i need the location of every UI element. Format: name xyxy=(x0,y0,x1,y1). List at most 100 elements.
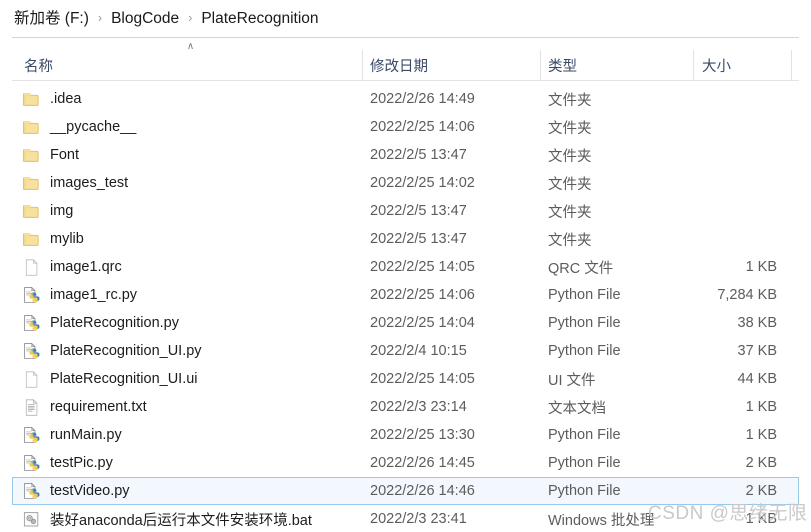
file-name-cell[interactable]: mylib xyxy=(22,225,84,253)
text-file-icon xyxy=(22,398,41,417)
file-size-cell: 1 KB xyxy=(745,511,777,527)
file-size-cell: 1 KB xyxy=(745,427,777,443)
file-name-cell[interactable]: testVideo.py xyxy=(22,477,130,505)
column-resize-handle-size[interactable] xyxy=(693,50,694,80)
file-date-cell: 2022/2/5 13:47 xyxy=(370,147,467,163)
file-name-label: PlateRecognition_UI.py xyxy=(50,343,202,359)
file-name-label: image1_rc.py xyxy=(50,287,138,303)
file-row[interactable]: Font 2022/2/5 13:47 文件夹 xyxy=(0,141,811,169)
file-type-cell: QRC 文件 xyxy=(548,260,614,277)
file-name-label: testPic.py xyxy=(50,455,113,471)
breadcrumb: 新加卷 (F:) › BlogCode › PlateRecognition xyxy=(0,0,811,37)
file-name-cell[interactable]: PlateRecognition.py xyxy=(22,309,179,337)
file-name-cell[interactable]: image1.qrc xyxy=(22,253,122,281)
column-header-date-modified[interactable]: 修改日期 xyxy=(370,50,428,80)
file-date-cell: 2022/2/25 14:04 xyxy=(370,315,475,331)
file-row[interactable]: testVideo.py 2022/2/26 14:46 Python File 2 … xyxy=(0,477,811,505)
folder-icon xyxy=(22,118,41,137)
file-name-label: requirement.txt xyxy=(50,399,147,415)
file-size-cell: 44 KB xyxy=(737,371,778,387)
file-date-cell: 2022/2/26 14:46 xyxy=(370,483,475,499)
file-name-cell[interactable]: image1_rc.py xyxy=(22,281,137,309)
file-name-label: Font xyxy=(50,147,80,163)
file-size-cell xyxy=(693,197,785,225)
file-type-cell: 文件夹 xyxy=(548,120,592,137)
file-row[interactable]: image1_rc.py 2022/2/25 14:06 Python File 7,… xyxy=(0,281,811,309)
file-date-cell: 2022/2/5 13:47 xyxy=(370,231,467,247)
folder-icon xyxy=(22,202,41,221)
file-size-cell: 37 KB xyxy=(737,343,778,359)
file-row[interactable]: .idea 2022/2/26 14:49 文件夹 xyxy=(0,85,811,113)
file-date-cell: 2022/2/4 10:15 xyxy=(370,343,467,359)
column-header-type[interactable]: 类型 xyxy=(548,50,577,80)
file-name-label: __pycache__ xyxy=(50,119,137,135)
header-bottom-divider xyxy=(12,80,799,81)
file-name-cell[interactable]: __pycache__ xyxy=(22,113,136,141)
file-name-cell[interactable]: Font xyxy=(22,141,79,169)
file-row[interactable]: image1.qrc 2022/2/25 14:05 QRC 文件 1 KB xyxy=(0,253,811,281)
file-size-cell xyxy=(693,85,785,113)
file-name-label: PlateRecognition_UI.ui xyxy=(50,371,198,387)
file-row[interactable]: PlateRecognition_UI.ui 2022/2/25 14:05 UI … xyxy=(0,365,811,393)
file-row[interactable]: __pycache__ 2022/2/25 14:06 文件夹 xyxy=(0,113,811,141)
file-type-cell: Windows 批处理 xyxy=(548,512,655,529)
file-type-cell: 文本文档 xyxy=(548,400,606,417)
python-file-icon xyxy=(22,454,41,473)
file-row[interactable]: testPic.py 2022/2/26 14:45 Python File 2 KB xyxy=(0,449,811,477)
column-resize-handle-end[interactable] xyxy=(791,50,792,80)
file-row[interactable]: img 2022/2/5 13:47 文件夹 xyxy=(0,197,811,225)
file-name-cell[interactable]: .idea xyxy=(22,85,81,113)
file-type-cell: 文件夹 xyxy=(548,204,592,221)
file-date-cell: 2022/2/26 14:49 xyxy=(370,91,475,107)
column-header-row: 名称 修改日期 类型 大小 xyxy=(0,50,811,80)
file-date-cell: 2022/2/25 14:05 xyxy=(370,371,475,387)
file-date-cell: 2022/2/5 13:47 xyxy=(370,203,467,219)
file-size-cell: 1 KB xyxy=(745,259,777,275)
python-file-icon xyxy=(22,342,41,361)
breadcrumb-item-blogcode[interactable]: BlogCode xyxy=(111,9,179,29)
file-type-cell: 文件夹 xyxy=(548,232,592,249)
file-size-cell: 2 KB xyxy=(745,455,777,471)
file-name-cell[interactable]: PlateRecognition_UI.py xyxy=(22,337,202,365)
file-date-cell: 2022/2/3 23:41 xyxy=(370,511,467,527)
file-explorer-window: 新加卷 (F:) › BlogCode › PlateRecognition ∧… xyxy=(0,0,811,532)
file-type-cell: UI 文件 xyxy=(548,372,596,389)
file-name-label: 装好anaconda后运行本文件安装环境.bat xyxy=(50,512,312,529)
file-date-cell: 2022/2/25 14:06 xyxy=(370,287,475,303)
file-date-cell: 2022/2/25 14:06 xyxy=(370,119,475,135)
file-row[interactable]: mylib 2022/2/5 13:47 文件夹 xyxy=(0,225,811,253)
breadcrumb-item-drive[interactable]: 新加卷 (F:) xyxy=(14,9,89,29)
file-name-label: image1.qrc xyxy=(50,259,122,275)
file-row[interactable]: runMain.py 2022/2/25 13:30 Python File 1 KB xyxy=(0,421,811,449)
file-name-cell[interactable]: PlateRecognition_UI.ui xyxy=(22,365,198,393)
chevron-right-icon: › xyxy=(188,10,193,25)
column-resize-handle-type[interactable] xyxy=(540,50,541,80)
column-header-size[interactable]: 大小 xyxy=(702,50,731,80)
file-name-cell[interactable]: img xyxy=(22,197,73,225)
file-name-label: img xyxy=(50,203,74,219)
blank-file-icon xyxy=(22,370,41,389)
python-file-icon xyxy=(22,482,41,501)
file-row[interactable]: images_test 2022/2/25 14:02 文件夹 xyxy=(0,169,811,197)
breadcrumb-item-platerecognition[interactable]: PlateRecognition xyxy=(201,9,318,29)
folder-icon xyxy=(22,90,41,109)
file-size-cell: 7,284 KB xyxy=(717,287,777,303)
file-size-cell xyxy=(693,141,785,169)
file-name-cell[interactable]: 装好anaconda后运行本文件安装环境.bat xyxy=(22,505,312,532)
file-row[interactable]: 装好anaconda后运行本文件安装环境.bat 2022/2/3 23:41 Wi… xyxy=(0,505,811,532)
file-name-cell[interactable]: runMain.py xyxy=(22,421,122,449)
folder-icon xyxy=(22,230,41,249)
column-header-name[interactable]: 名称 xyxy=(24,50,53,80)
file-row[interactable]: PlateRecognition.py 2022/2/25 14:04 Python… xyxy=(0,309,811,337)
file-row[interactable]: PlateRecognition_UI.py 2022/2/4 10:15 Pyth… xyxy=(0,337,811,365)
column-resize-handle-date[interactable] xyxy=(362,50,363,80)
file-date-cell: 2022/2/26 14:45 xyxy=(370,455,475,471)
file-name-cell[interactable]: testPic.py xyxy=(22,449,113,477)
file-row[interactable]: requirement.txt 2022/2/3 23:14 文本文档 1 KB xyxy=(0,393,811,421)
file-type-cell: 文件夹 xyxy=(548,148,592,165)
sort-ascending-icon: ∧ xyxy=(186,41,195,52)
file-name-label: mylib xyxy=(50,231,84,247)
file-name-cell[interactable]: requirement.txt xyxy=(22,393,147,421)
file-name-cell[interactable]: images_test xyxy=(22,169,128,197)
python-file-icon xyxy=(22,426,41,445)
